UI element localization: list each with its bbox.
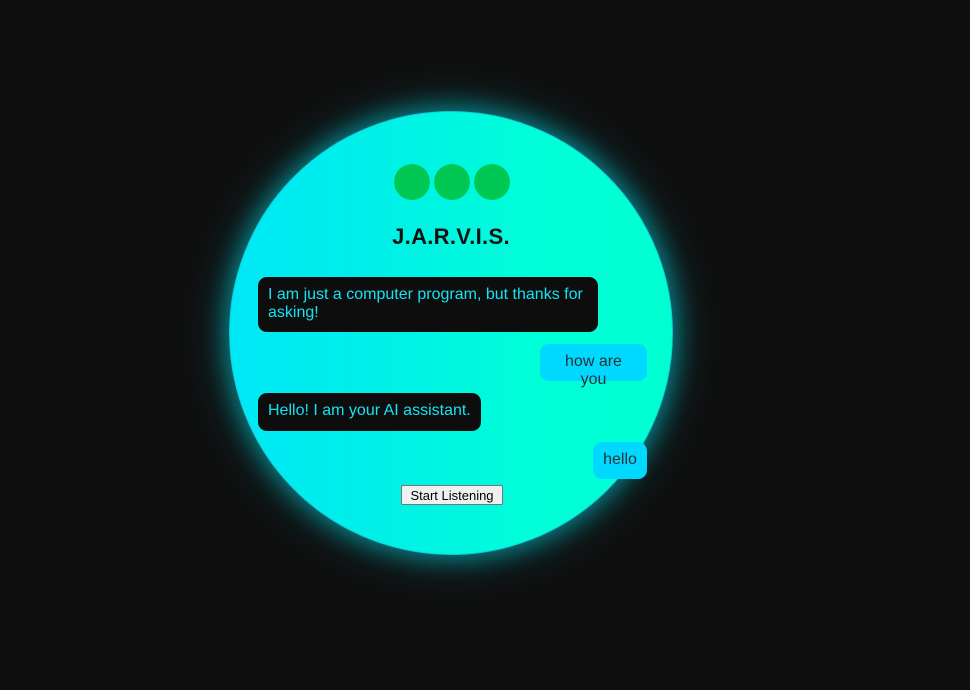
bot-message: I am just a computer program, but thanks…	[258, 277, 598, 332]
assistant-orb: J.A.R.V.I.S. I am just a computer progra…	[229, 111, 673, 555]
indicator-dot	[394, 164, 430, 200]
indicator-dot	[434, 164, 470, 200]
user-message: hello	[593, 442, 647, 479]
indicator-dot	[474, 164, 510, 200]
assistant-title: J.A.R.V.I.S.	[392, 224, 510, 249]
start-listening-button[interactable]: Start Listening	[401, 485, 503, 505]
bot-message: Hello! I am your AI assistant.	[258, 393, 481, 431]
status-indicator	[394, 164, 510, 200]
user-message: how are you	[540, 344, 647, 388]
